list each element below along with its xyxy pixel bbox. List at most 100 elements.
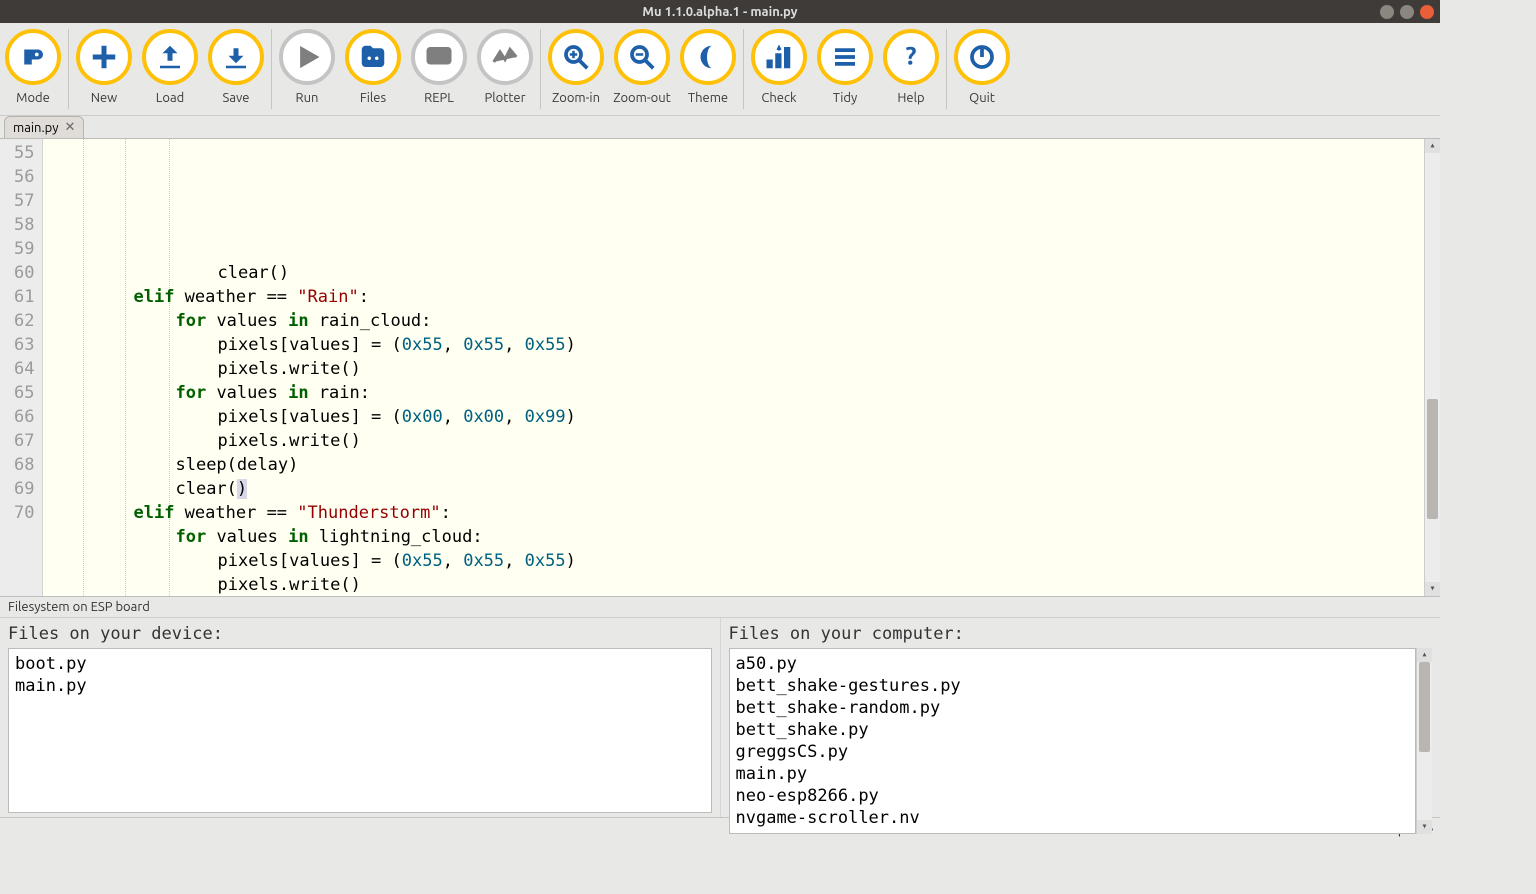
line-number: 67 (14, 429, 34, 453)
list-item[interactable]: nvgame-scroller.nv (736, 807, 1410, 829)
load-button[interactable]: Load (137, 27, 203, 105)
zoom-out-button[interactable]: Zoom-out (609, 27, 675, 105)
theme-icon (680, 29, 736, 85)
line-number: 56 (14, 165, 34, 189)
toolbar-label: Run (296, 91, 319, 105)
list-item[interactable]: bett_shake-gestures.py (736, 675, 1410, 697)
scroll-down-icon[interactable]: ▾ (1425, 582, 1440, 596)
mode-icon (5, 29, 61, 85)
computer-files-column: Files on your computer: a50.pybett_shake… (720, 618, 1441, 817)
toolbar: Mode New Load Save Run FilesREPL Plotter Zoom-i… (0, 23, 1440, 116)
code-line[interactable]: for values in rain: (49, 381, 1424, 405)
mode-button[interactable]: Mode (0, 27, 66, 105)
device-files-list[interactable]: boot.pymain.py (8, 648, 712, 813)
code-line[interactable]: pixels.write() (49, 573, 1424, 595)
list-item[interactable]: boot.py (15, 653, 705, 675)
line-number: 55 (14, 141, 34, 165)
editor-scrollbar[interactable]: ▴ ▾ (1424, 139, 1440, 595)
toolbar-label: Plotter (484, 91, 525, 105)
quit-button[interactable]: Quit (949, 27, 1015, 105)
close-button[interactable] (1420, 5, 1434, 19)
list-item[interactable]: a50.py (736, 653, 1410, 675)
plotter-button[interactable]: Plotter (472, 27, 538, 105)
save-button[interactable]: Save (203, 27, 269, 105)
toolbar-label: Save (223, 91, 250, 105)
scroll-thumb[interactable] (1419, 662, 1430, 752)
scroll-down-icon[interactable]: ▾ (1417, 820, 1432, 834)
help-button[interactable]: ? Help (878, 27, 944, 105)
code-line[interactable]: for values in lightning_cloud: (49, 525, 1424, 549)
list-item[interactable]: main.py (15, 675, 705, 697)
titlebar: Mu 1.1.0.alpha.1 - main.py (0, 0, 1440, 23)
line-number: 68 (14, 453, 34, 477)
quit-icon (954, 29, 1010, 85)
zoom-in-button[interactable]: Zoom-in (543, 27, 609, 105)
toolbar-label: Zoom-out (613, 91, 671, 105)
tidy-icon (817, 29, 873, 85)
new-button[interactable]: New (71, 27, 137, 105)
tab-strip: main.py ✕ (0, 116, 1440, 138)
toolbar-separator (946, 29, 947, 109)
tab-main-py[interactable]: main.py ✕ (4, 116, 84, 138)
code-area[interactable]: clear()elif weather == "Rain":for values… (43, 139, 1424, 595)
line-number: 61 (14, 285, 34, 309)
toolbar-label: Quit (969, 91, 995, 105)
code-line[interactable]: sleep(delay) (49, 453, 1424, 477)
maximize-button[interactable] (1400, 5, 1414, 19)
computer-files-heading: Files on your computer: (729, 624, 1433, 648)
tab-label: main.py (13, 121, 59, 135)
computer-files-list[interactable]: a50.pybett_shake-gestures.pybett_shake-r… (729, 648, 1417, 834)
repl-button[interactable]: REPL (406, 27, 472, 105)
code-line[interactable]: clear() (49, 477, 1424, 501)
toolbar-label: Theme (688, 91, 728, 105)
toolbar-label: Mode (16, 91, 50, 105)
list-item[interactable]: neo-esp8266.py (736, 785, 1410, 807)
code-line[interactable]: pixels[values] = (0x55, 0x55, 0x55) (49, 333, 1424, 357)
toolbar-label: Help (897, 91, 924, 105)
code-line[interactable]: pixels.write() (49, 357, 1424, 381)
toolbar-separator (540, 29, 541, 109)
code-line[interactable]: pixels[values] = (0x00, 0x00, 0x99) (49, 405, 1424, 429)
line-number: 63 (14, 333, 34, 357)
code-line[interactable]: for values in rain_cloud: (49, 309, 1424, 333)
line-number: 62 (14, 309, 34, 333)
tab-close-icon[interactable]: ✕ (65, 120, 76, 135)
line-number: 64 (14, 357, 34, 381)
toolbar-label: Tidy (833, 91, 858, 105)
files-button[interactable]: Files (340, 27, 406, 105)
theme-button[interactable]: Theme (675, 27, 741, 105)
toolbar-separator (68, 29, 69, 109)
line-number: 66 (14, 405, 34, 429)
scroll-up-icon[interactable]: ▴ (1425, 139, 1440, 153)
tidy-button[interactable]: Tidy (812, 27, 878, 105)
toolbar-label: Zoom-in (552, 91, 600, 105)
code-line[interactable]: pixels[values] = (0x55, 0x55, 0x55) (49, 549, 1424, 573)
list-item[interactable]: main.py (736, 763, 1410, 785)
run-button[interactable]: Run (274, 27, 340, 105)
zoomout-icon (614, 29, 670, 85)
plus-icon (76, 29, 132, 85)
line-number: 65 (14, 381, 34, 405)
line-number: 69 (14, 477, 34, 501)
list-item[interactable]: bett_shake.py (736, 719, 1410, 741)
minimize-button[interactable] (1380, 5, 1394, 19)
toolbar-label: Load (156, 91, 185, 105)
play-icon (279, 29, 335, 85)
code-line[interactable]: pixels.write() (49, 429, 1424, 453)
scroll-up-icon[interactable]: ▴ (1417, 648, 1432, 662)
filesystem-panel: Files on your device: boot.pymain.py Fil… (0, 617, 1440, 817)
computer-files-scrollbar[interactable]: ▴ ▾ (1416, 648, 1432, 834)
list-item[interactable]: greggsCS.py (736, 741, 1410, 763)
upload-icon (142, 29, 198, 85)
code-line[interactable]: elif weather == "Rain": (49, 285, 1424, 309)
code-line[interactable]: clear() (49, 261, 1424, 285)
help-icon: ? (883, 29, 939, 85)
svg-text:?: ? (906, 42, 917, 70)
toolbar-separator (271, 29, 272, 109)
plotter-icon (477, 29, 533, 85)
code-line[interactable]: elif weather == "Thunderstorm": (49, 501, 1424, 525)
check-button[interactable]: Check (746, 27, 812, 105)
code-editor[interactable]: 55565758596061626364656667686970 clear()… (0, 138, 1440, 595)
scroll-thumb[interactable] (1427, 399, 1438, 519)
list-item[interactable]: bett_shake-random.py (736, 697, 1410, 719)
